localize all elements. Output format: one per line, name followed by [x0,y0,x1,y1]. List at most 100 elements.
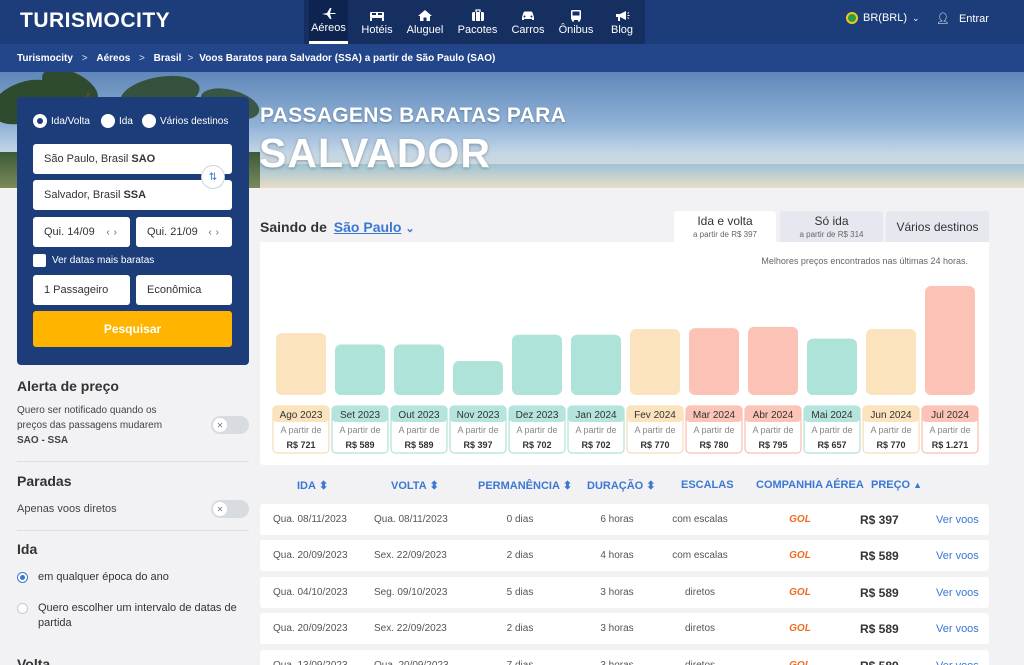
radio-ida[interactable]: Ida [101,114,133,128]
departure-city-link[interactable]: São Paulo [334,219,402,235]
checkbox-icon [33,254,46,267]
chart-month-box[interactable]: Ago 2023 A partir de R$ 721 [272,405,330,454]
ver-voos-link[interactable]: Ver voos [936,650,986,665]
chart-bar[interactable] [748,326,798,395]
login-link[interactable]: 👤︎ Entrar [936,12,989,26]
nav-hoteis[interactable]: Hotéis [358,0,396,44]
col-permanencia-header[interactable]: PERMANÊNCIA ⬍ [478,479,572,493]
chart-bar[interactable] [453,360,503,395]
radio-date-range-label: Quero escolher um intervalo de datas de … [38,602,237,629]
chart-bar[interactable] [689,328,739,395]
return-date-field[interactable]: Qui. 21/09 ‹› [136,217,232,247]
chart-bar[interactable] [807,338,857,395]
chart-bar[interactable] [866,328,916,395]
ida-date-text: Qua. 20/09/2023 [273,623,348,634]
chart-prefix-label: A partir de [280,425,321,435]
passengers-field[interactable]: 1 Passageiro [33,275,130,305]
search-button[interactable]: Pesquisar [33,311,232,347]
departure-label: Saindo de [260,219,327,235]
airline-logo: GOL [760,504,840,535]
destination-field[interactable]: Salvador, Brasil SSA [33,180,232,210]
chevron-down-icon: ⌄ [912,12,920,23]
chart-month-box[interactable]: Fev 2024 A partir de R$ 770 [626,405,684,454]
flight-row[interactable]: Qua. 20/09/2023 Sex. 22/09/2023 2 dias 3 ho… [260,613,989,644]
ver-voos-link[interactable]: Ver voos [936,613,986,644]
price: R$ 589 [860,613,910,644]
cabin-class-field[interactable]: Econômica [136,275,232,305]
chart-bar[interactable] [276,333,326,395]
currency-selector[interactable]: BR(BRL) ⌄ [846,12,920,24]
chart-bar[interactable] [512,334,562,395]
nav-onibus-label: Ônibus [558,23,594,36]
col-ida-header[interactable]: IDA ⬍ [297,479,328,493]
price-text: R$ 589 [860,659,899,665]
swap-cities-icon[interactable]: ⇅ [201,165,225,189]
date-arrows-icon[interactable]: ‹› [106,227,121,238]
nav-blog-label: Blog [610,23,634,36]
col-escalas-label: ESCALAS [681,479,734,491]
chart-month-box[interactable]: Dez 2023 A partir de R$ 702 [508,405,566,454]
cheaper-dates-checkbox[interactable]: Ver datas mais baratas [33,254,154,267]
price-alert-toggle[interactable] [211,416,249,434]
chart-month-box[interactable]: Jan 2024 A partir de R$ 702 [567,405,625,454]
breadcrumb-home[interactable]: Turismocity [17,53,73,64]
col-duracao-header[interactable]: DURAÇÃO ⬍ [587,479,655,493]
ver-voos-link[interactable]: Ver voos [936,577,986,608]
chevron-down-icon[interactable]: ⌄ [405,223,414,235]
ver-voos-link[interactable]: Ver voos [936,540,986,571]
price-text: R$ 397 [860,512,899,527]
volta-date-text: Seg. 09/10/2023 [374,587,448,598]
flight-duration-text: 3 horas [600,660,633,665]
chart-bar[interactable] [925,286,975,395]
ver-voos-link-text: Ver voos [936,622,979,635]
chart-bar[interactable] [394,344,444,395]
nav-blog[interactable]: Blog [605,0,639,44]
tab-so-ida[interactable]: Só ida a partir de R$ 314 [780,211,883,242]
radio-varios-destinos[interactable]: Vários destinos [142,114,228,128]
col-preco-header[interactable]: PREÇO ▲ [871,479,922,491]
flight-row[interactable]: Qua. 13/09/2023 Qua. 20/09/2023 7 dias 3 ho… [260,650,989,665]
col-volta-header[interactable]: VOLTA ⬍ [391,479,439,493]
departure-date-field[interactable]: Qui. 14/09 ‹› [33,217,130,247]
airline-logo-text: GOL [789,623,811,634]
divider [17,461,249,462]
ver-voos-link[interactable]: Ver voos [936,504,986,535]
tab-ida-e-volta[interactable]: Ida e volta a partir de R$ 397 [674,211,776,242]
flight-duration-text: 3 horas [600,587,634,598]
chart-prefix-label: A partir de [339,425,380,435]
nav-carros[interactable]: Carros [509,0,547,44]
user-icon: 👤︎ [936,13,950,25]
chart-bar[interactable] [571,334,621,395]
stops-info-text: diretos [684,587,715,598]
flight-row[interactable]: Qua. 20/09/2023 Sex. 22/09/2023 2 dias 4 ho… [260,540,989,571]
radio-ida-label: Ida [119,115,133,127]
turismocity-logo[interactable]: TURISMOCITY [20,9,170,33]
chart-month-box[interactable]: Jun 2024 A partir de R$ 770 [862,405,920,454]
flight-row[interactable]: Qua. 04/10/2023 Seg. 09/10/2023 5 dias 3 ho… [260,577,989,608]
breadcrumb-brasil[interactable]: Brasil [154,53,182,64]
chart-month-box[interactable]: Set 2023 A partir de R$ 589 [331,405,389,454]
chart-month-box[interactable]: Jul 2024 A partir de R$ 1.271 [921,405,979,454]
date-arrows-icon[interactable]: ‹› [208,227,223,238]
tab-varios-destinos[interactable]: Vários destinos [886,211,989,242]
chart-month-box[interactable]: Out 2023 A partir de R$ 589 [390,405,448,454]
radio-ida-volta[interactable]: Ida/Volta [33,114,90,128]
nav-onibus[interactable]: Ônibus [557,0,595,44]
chart-month-box[interactable]: Mai 2024 A partir de R$ 657 [803,405,861,454]
chart-month-box[interactable]: Abr 2024 A partir de R$ 795 [744,405,802,454]
flight-duration: 3 horas [577,577,657,608]
nav-aereos[interactable]: Aéreos [309,0,348,44]
volta-section: Volta [17,656,249,665]
radio-date-range[interactable]: Quero escolher um intervalo de datas de … [17,601,249,631]
breadcrumb-aereos[interactable]: Aéreos [96,53,130,64]
bed-icon [370,11,384,21]
direct-flights-toggle[interactable] [211,500,249,518]
chart-bar[interactable] [630,328,680,395]
flight-row[interactable]: Qua. 08/11/2023 Qua. 08/11/2023 0 dias 6 ho… [260,504,989,535]
radio-any-time[interactable]: em qualquer época do ano [17,570,169,585]
nav-pacotes[interactable]: Pacotes [457,0,498,44]
chart-bar[interactable] [335,344,385,395]
nav-aluguel[interactable]: Aluguel [405,0,445,44]
chart-month-box[interactable]: Mar 2024 A partir de R$ 780 [685,405,743,454]
chart-month-box[interactable]: Nov 2023 A partir de R$ 397 [449,405,507,454]
